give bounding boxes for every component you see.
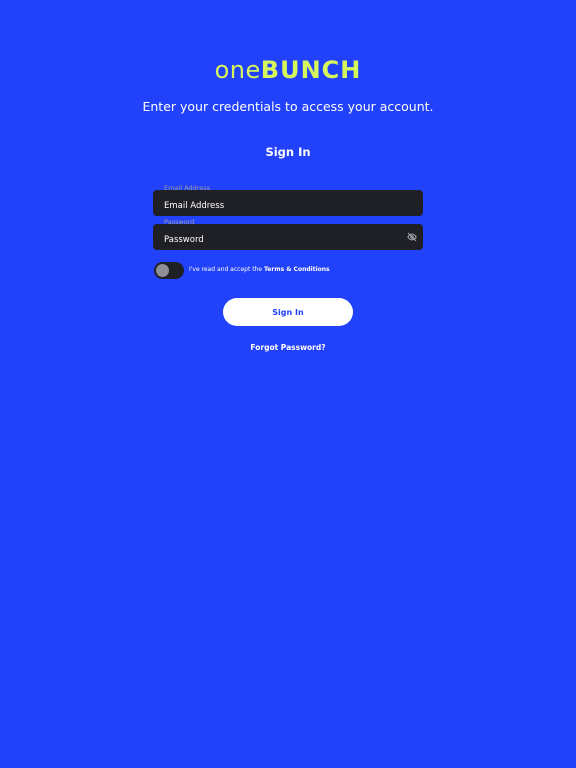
- email-input[interactable]: [153, 190, 423, 216]
- password-field[interactable]: Password: [153, 218, 423, 250]
- forgot-password-container: Forgot Password?: [0, 343, 576, 353]
- sign-in-button[interactable]: Sign In: [223, 298, 353, 326]
- terms-prefix: I've read and accept the: [189, 266, 263, 273]
- terms-text: I've read and accept the Terms & Conditi…: [189, 266, 330, 274]
- eye-off-icon[interactable]: [407, 232, 417, 242]
- page-subtitle: Enter your credentials to access your ac…: [142, 99, 434, 114]
- terms-link[interactable]: Terms & Conditions: [264, 266, 330, 273]
- password-input[interactable]: [153, 224, 423, 250]
- email-field[interactable]: Email Address: [153, 184, 423, 216]
- toggle-knob: [156, 264, 169, 277]
- logo-part-bunch: BUNCH: [260, 56, 362, 84]
- brand-logo: oneBUNCH: [0, 57, 576, 83]
- terms-toggle[interactable]: [154, 262, 184, 279]
- forgot-password-link[interactable]: Forgot Password?: [250, 343, 325, 352]
- logo-part-one: one: [214, 56, 261, 84]
- page-title: Sign In: [265, 145, 311, 159]
